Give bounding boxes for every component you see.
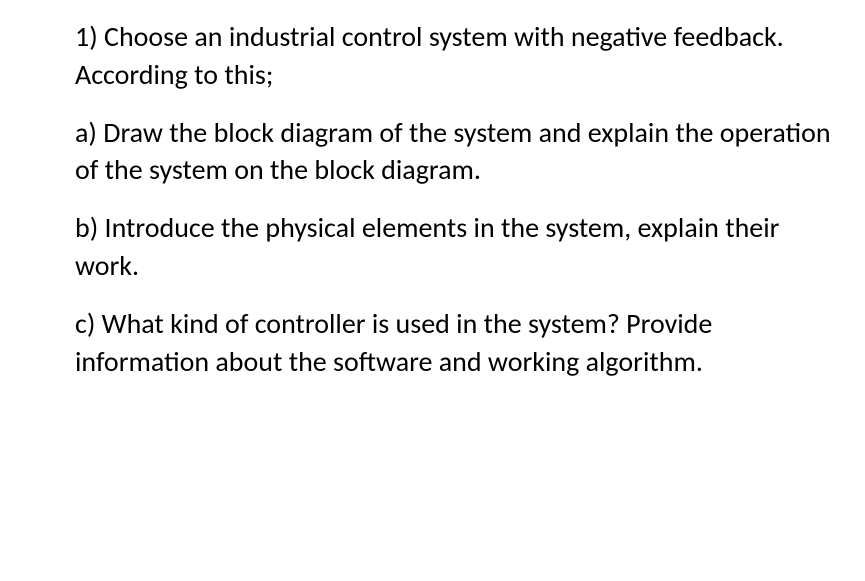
question-part-b: b) Introduce the physical elements in th…: [75, 209, 835, 285]
question-intro: 1) Choose an industrial control system w…: [75, 18, 835, 94]
question-part-c: c) What kind of controller is used in th…: [75, 305, 835, 381]
question-part-a: a) Draw the block diagram of the system …: [75, 114, 835, 190]
